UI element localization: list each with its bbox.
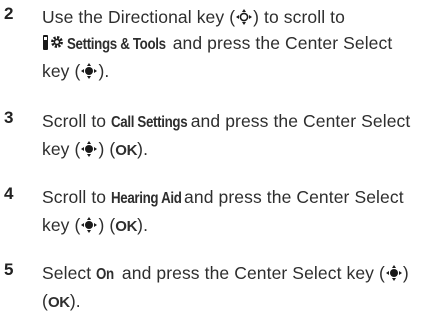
- step-number: 3: [4, 108, 14, 127]
- step-text-part: and press the Center Select: [167, 33, 393, 53]
- step-text-part: key (: [42, 139, 81, 159]
- center-select-key-icon: [385, 264, 403, 282]
- step-number: 2: [4, 4, 14, 23]
- step-text: Scroll to Call Settings and press the Ce…: [42, 108, 441, 164]
- menu-item-label: Settings & Tools: [67, 36, 166, 53]
- step-text-part: ).: [69, 291, 81, 311]
- center-select-key-icon: [80, 62, 98, 80]
- step-text-part: and press the Center Select key (: [116, 263, 385, 283]
- step-text-part: and press the Center Select: [185, 111, 411, 131]
- step-text-part: ).: [137, 215, 149, 235]
- menu-item-label: On: [96, 266, 115, 283]
- step-text-part: and press the Center Select: [179, 187, 404, 207]
- step-text-part: ).: [98, 61, 110, 81]
- menu-item-label: Hearing Aid: [111, 190, 182, 207]
- step-text-part: key (: [42, 215, 81, 235]
- ok-softkey-label: OK: [115, 142, 138, 159]
- ok-softkey-label: OK: [115, 218, 138, 235]
- step-text: Select On and press the Center Select ke…: [42, 260, 441, 316]
- center-select-key-icon: [80, 216, 98, 234]
- step-text: Use the Directional key () to scroll to …: [42, 4, 441, 84]
- step-text-part: key (: [42, 61, 81, 81]
- center-select-key-icon: [80, 140, 98, 158]
- settings-tools-icon: [42, 34, 64, 52]
- step-text-part: Scroll to: [42, 187, 112, 207]
- ok-softkey-label: OK: [47, 294, 70, 311]
- menu-item-label: Call Settings: [111, 114, 188, 131]
- step-number: 5: [4, 260, 14, 279]
- step-text-part: Use the Directional key (: [42, 7, 236, 27]
- step-text-part: ) (: [98, 139, 116, 159]
- step-text-part: Scroll to: [42, 111, 112, 131]
- step-text-part: ) to scroll to: [253, 7, 345, 27]
- directional-key-icon: [235, 8, 253, 26]
- step-text-part: ).: [137, 139, 149, 159]
- step-number: 4: [4, 184, 14, 203]
- step-text-part: ) (: [98, 215, 116, 235]
- step-text-part: ): [402, 263, 409, 283]
- step-text: Scroll to Hearing Aid and press the Cent…: [42, 184, 441, 240]
- step-text-part: Select: [42, 263, 97, 283]
